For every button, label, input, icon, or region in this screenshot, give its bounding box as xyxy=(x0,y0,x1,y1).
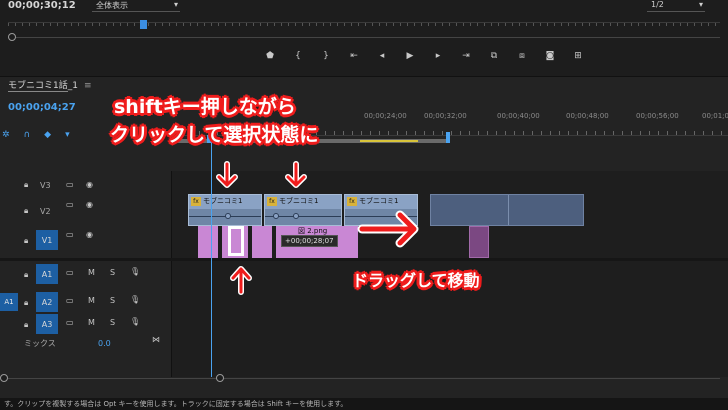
annotation-select-state: クリックして選択状態に xyxy=(110,124,319,146)
annotation-drag-move: ドラッグして移動 xyxy=(352,271,480,290)
annotation-shift-click: shiftキー押しながら xyxy=(114,96,296,118)
annotation-arrows xyxy=(216,161,419,295)
arrow-right-icon xyxy=(359,212,417,246)
